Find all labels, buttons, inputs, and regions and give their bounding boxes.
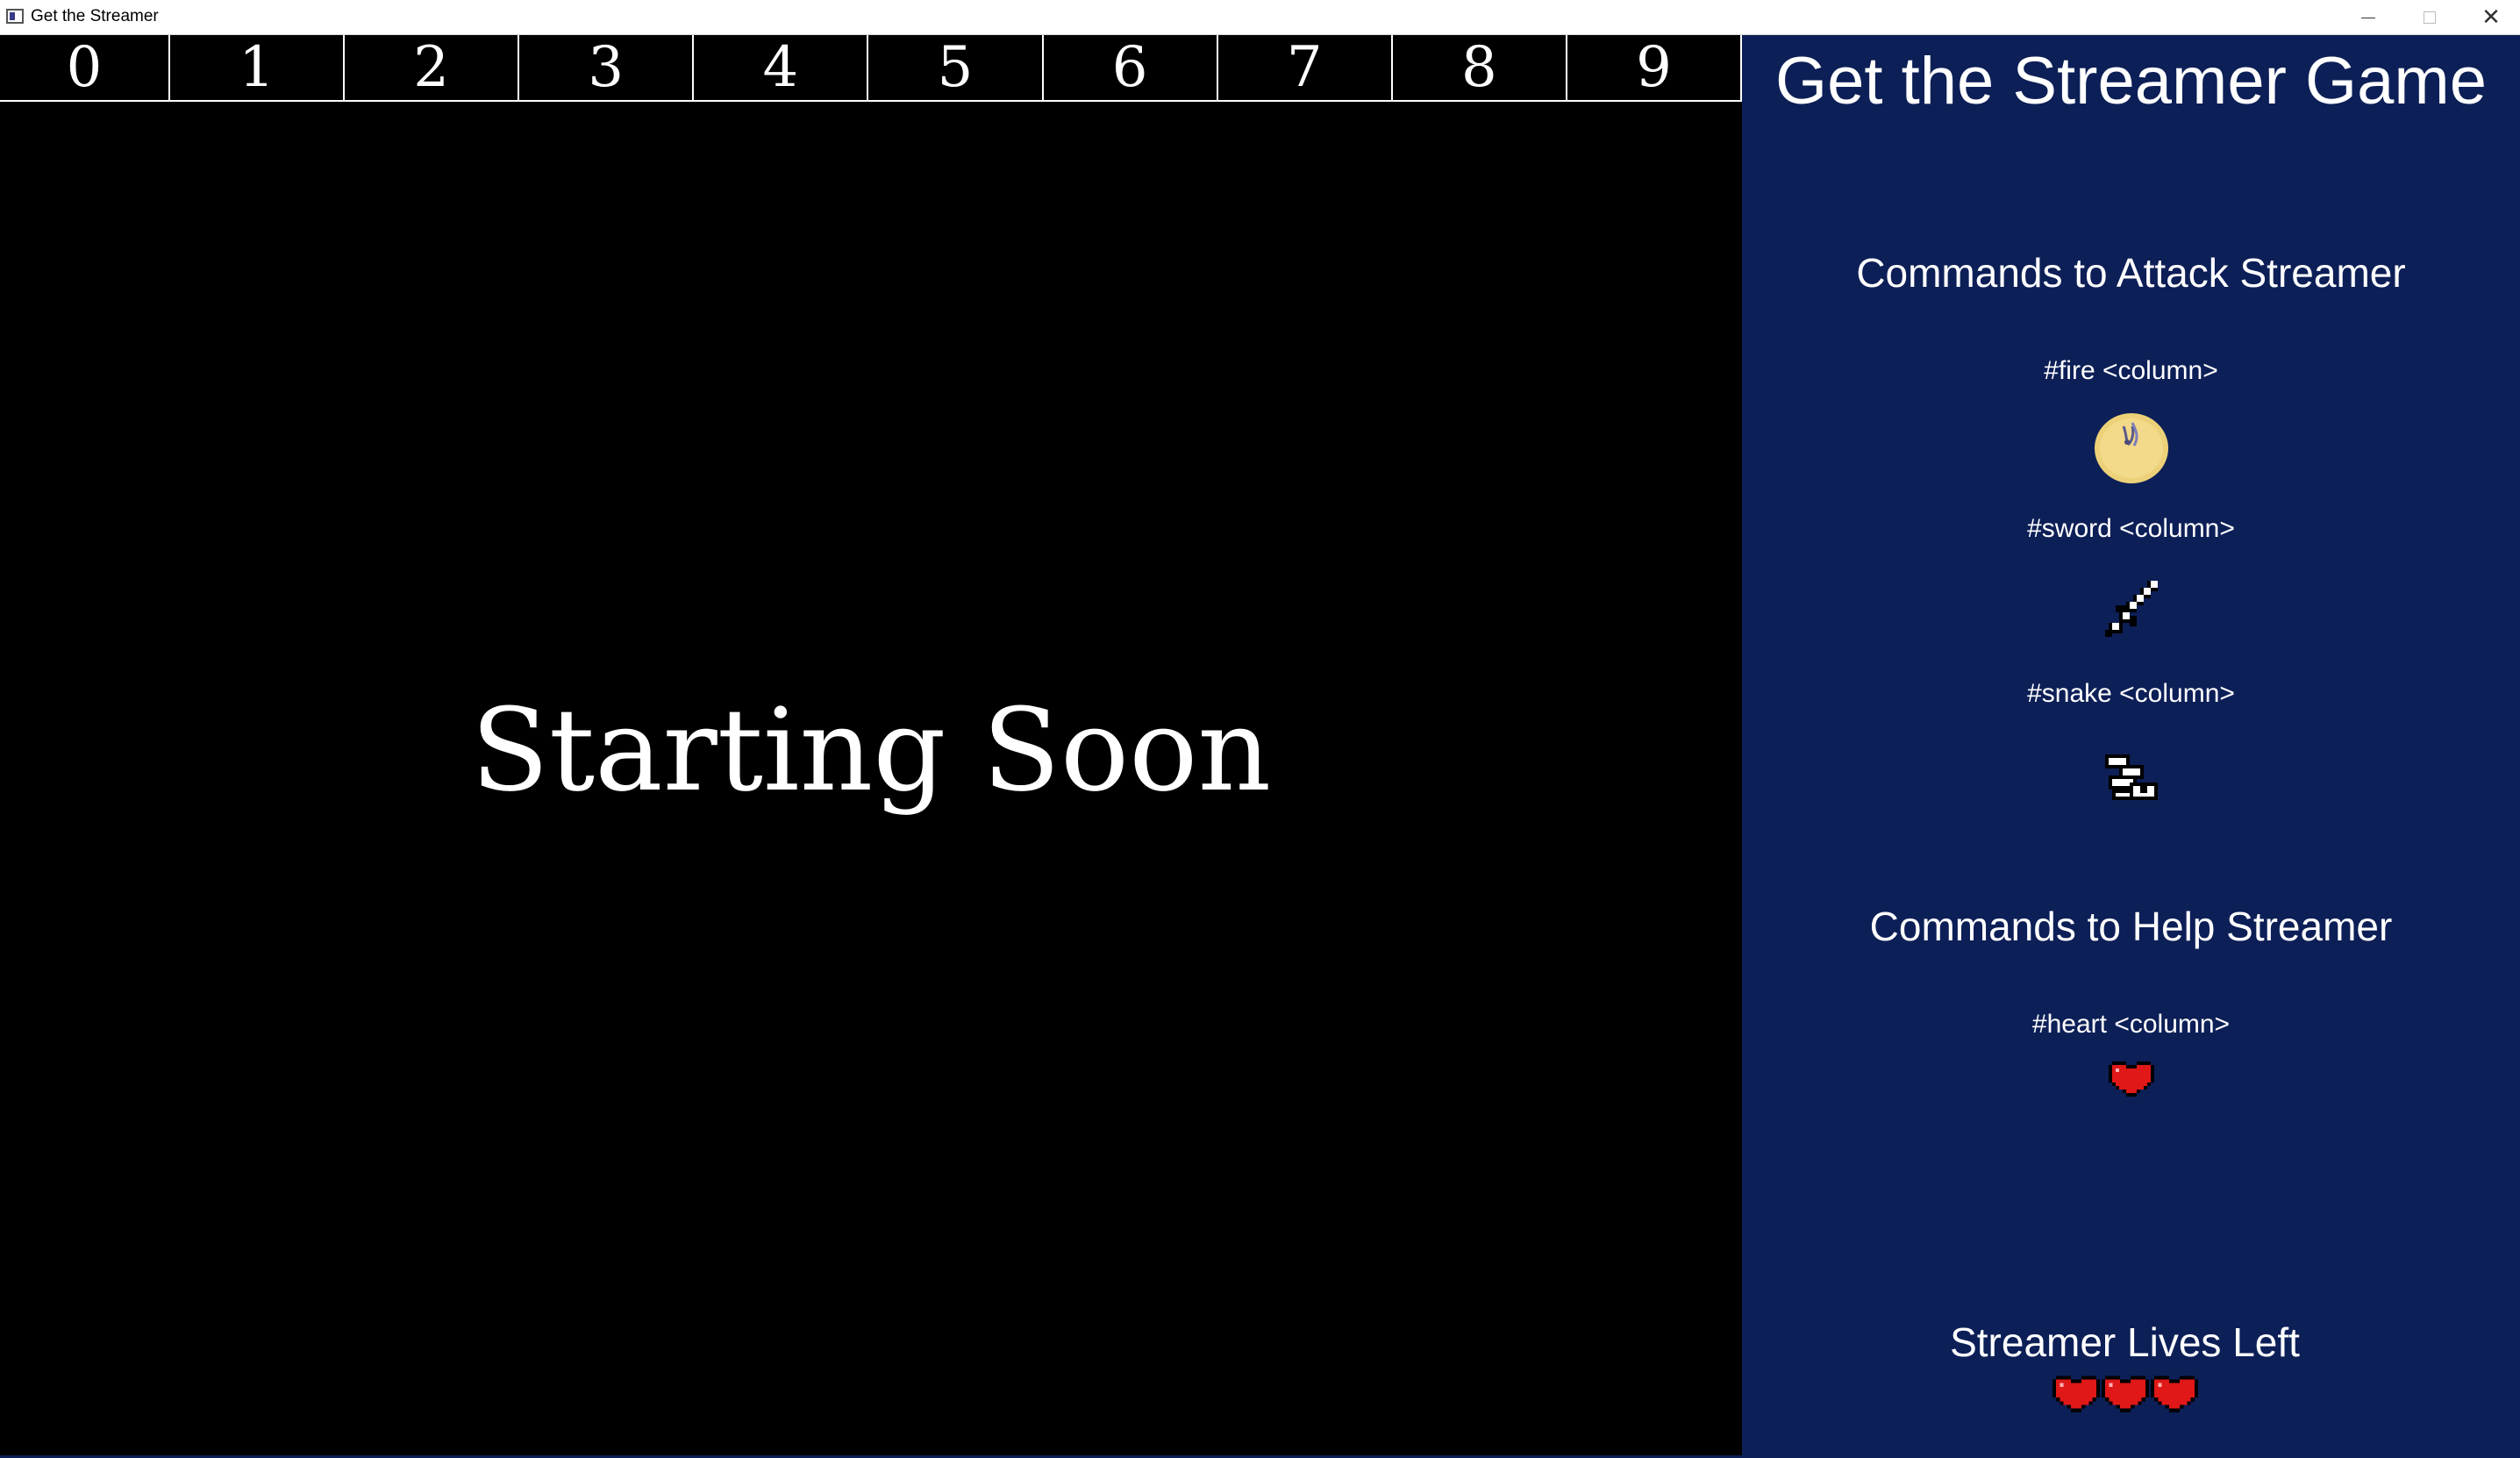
sword-icon <box>2104 581 2158 637</box>
snake-icon <box>2104 754 2158 800</box>
column-label-7: 7 <box>1218 35 1393 100</box>
column-label-3: 3 <box>519 35 695 100</box>
column-label-5: 5 <box>868 35 1044 100</box>
window-title: Get the Streamer <box>31 7 159 25</box>
heart-icon <box>2108 1061 2154 1097</box>
app-icon <box>6 9 24 24</box>
life-heart-icon <box>2150 1376 2198 1412</box>
life-heart-icon <box>2101 1376 2149 1412</box>
game-area[interactable]: 0 1 2 3 4 5 6 7 8 9 Starting Soon <box>0 35 1742 1458</box>
title-bar[interactable]: Get the Streamer ✕ <box>0 0 2520 35</box>
lives-heading: Streamer Lives Left <box>1950 1319 2300 1365</box>
panel-title: Get the Streamer Game <box>1775 44 2487 118</box>
maximize-icon <box>2424 11 2436 24</box>
column-label-1: 1 <box>170 35 346 100</box>
column-label-9: 9 <box>1567 35 1742 100</box>
starting-soon-text: Starting Soon <box>470 683 1272 817</box>
life-heart-icon <box>2052 1376 2100 1412</box>
sword-command-label: #sword <column> <box>2027 514 2235 543</box>
close-icon: ✕ <box>2481 4 2501 31</box>
column-header: 0 1 2 3 4 5 6 7 8 9 <box>0 35 1742 102</box>
heart-command-label: #heart <column> <box>2031 1010 2231 1039</box>
attack-commands-heading: Commands to Attack Streamer <box>1856 250 2406 296</box>
column-label-4: 4 <box>694 35 869 100</box>
fireball-icon <box>2094 413 2168 483</box>
commands-panel: Get the Streamer Game Commands to Attack… <box>1742 35 2520 1458</box>
column-label-8: 8 <box>1393 35 1567 100</box>
column-label-6: 6 <box>1044 35 1218 100</box>
maximize-button[interactable] <box>2399 0 2460 35</box>
column-label-2: 2 <box>345 35 520 100</box>
minimize-button[interactable] <box>2338 0 2399 35</box>
snake-command-label: #snake <column> <box>2027 679 2235 708</box>
game-window: Get the Streamer ✕ 0 1 2 3 4 5 6 7 8 9 S… <box>0 0 2520 1458</box>
close-button[interactable]: ✕ <box>2460 0 2520 35</box>
column-label-0: 0 <box>0 35 170 100</box>
fire-command-label: #fire <column> <box>2044 356 2218 385</box>
help-commands-heading: Commands to Help Streamer <box>1869 904 2393 949</box>
lives-hearts <box>1742 1369 2508 1416</box>
